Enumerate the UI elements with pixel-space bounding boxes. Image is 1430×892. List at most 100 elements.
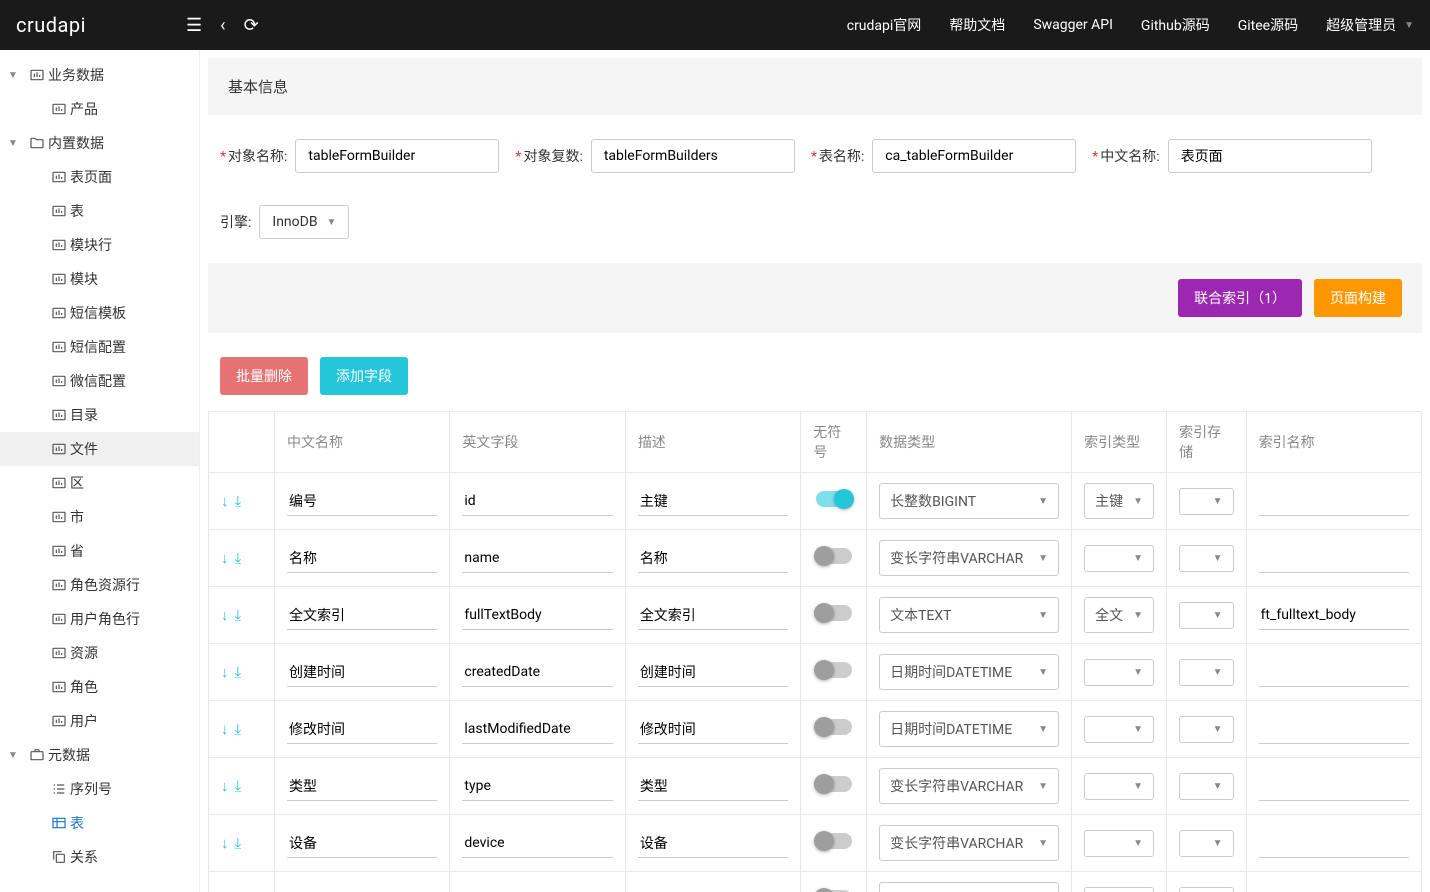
sidebar-item[interactable]: 表页面 bbox=[0, 160, 199, 194]
en-field-input[interactable] bbox=[462, 829, 612, 858]
unsigned-toggle[interactable] bbox=[816, 719, 852, 735]
sidebar-item[interactable]: 模块 bbox=[0, 262, 199, 296]
itype-select[interactable]: 全文▼ bbox=[1084, 597, 1154, 633]
engine-select[interactable]: InnoDB ▼ bbox=[259, 205, 349, 239]
sidebar-item[interactable]: 产品 bbox=[0, 92, 199, 126]
iname-input[interactable] bbox=[1259, 487, 1409, 516]
move-bottom-icon[interactable]: ⤓ bbox=[235, 492, 242, 510]
unsigned-toggle[interactable] bbox=[816, 662, 852, 678]
move-down-icon[interactable]: ↓ bbox=[221, 549, 229, 567]
nav-link[interactable]: Github源码 bbox=[1141, 15, 1210, 35]
cn-name-input[interactable] bbox=[287, 601, 437, 630]
desc-input[interactable] bbox=[638, 487, 788, 516]
en-field-input[interactable] bbox=[462, 658, 612, 687]
sidebar-item[interactable]: 文件 bbox=[0, 432, 199, 466]
unsigned-toggle[interactable] bbox=[816, 491, 852, 507]
itype-select[interactable]: ▼ bbox=[1084, 887, 1154, 892]
page-build-button[interactable]: 页面构建 bbox=[1314, 279, 1402, 317]
desc-input[interactable] bbox=[638, 886, 788, 892]
desc-input[interactable] bbox=[638, 772, 788, 801]
sidebar-item[interactable]: 角色 bbox=[0, 670, 199, 704]
cn-name-input[interactable] bbox=[287, 658, 437, 687]
nav-link[interactable]: Swagger API bbox=[1033, 17, 1113, 33]
sidebar-item[interactable]: 序列号 bbox=[0, 772, 199, 806]
itype-select[interactable]: ▼ bbox=[1084, 659, 1154, 686]
sidebar-item[interactable]: 目录 bbox=[0, 398, 199, 432]
unsigned-toggle[interactable] bbox=[816, 776, 852, 792]
en-field-input[interactable] bbox=[462, 772, 612, 801]
itype-select[interactable]: ▼ bbox=[1084, 773, 1154, 800]
dtype-select[interactable]: 长文本LONGTEXT▼ bbox=[879, 882, 1059, 892]
istore-select[interactable]: ▼ bbox=[1179, 488, 1233, 515]
desc-input[interactable] bbox=[638, 658, 788, 687]
sidebar-item[interactable]: 表 bbox=[0, 806, 199, 840]
sidebar-item[interactable]: 关系 bbox=[0, 840, 199, 874]
unsigned-toggle[interactable] bbox=[816, 833, 852, 849]
dtype-select[interactable]: 日期时间DATETIME▼ bbox=[879, 654, 1059, 690]
istore-select[interactable]: ▼ bbox=[1179, 716, 1233, 743]
sidebar-group[interactable]: ▼元数据 bbox=[0, 738, 199, 772]
dtype-select[interactable]: 变长字符串VARCHAR▼ bbox=[879, 825, 1059, 861]
move-down-icon[interactable]: ↓ bbox=[221, 720, 229, 738]
sidebar-item[interactable]: 模块行 bbox=[0, 228, 199, 262]
unsigned-toggle[interactable] bbox=[816, 548, 852, 564]
dtype-select[interactable]: 文本TEXT▼ bbox=[879, 597, 1059, 633]
iname-input[interactable] bbox=[1259, 601, 1409, 630]
sidebar-group[interactable]: ▼内置数据 bbox=[0, 126, 199, 160]
union-index-button[interactable]: 联合索引（1） bbox=[1178, 279, 1302, 317]
iname-input[interactable] bbox=[1259, 658, 1409, 687]
istore-select[interactable]: ▼ bbox=[1179, 602, 1233, 629]
cn-name-input[interactable] bbox=[1168, 139, 1372, 173]
admin-dropdown[interactable]: 超级管理员 ▼ bbox=[1326, 15, 1414, 35]
sidebar-item[interactable]: 微信配置 bbox=[0, 364, 199, 398]
itype-select[interactable]: ▼ bbox=[1084, 716, 1154, 743]
cn-name-input[interactable] bbox=[287, 772, 437, 801]
object-name-input[interactable] bbox=[295, 139, 499, 173]
iname-input[interactable] bbox=[1259, 829, 1409, 858]
sidebar-item[interactable]: 资源 bbox=[0, 636, 199, 670]
move-bottom-icon[interactable]: ⤓ bbox=[235, 720, 242, 738]
desc-input[interactable] bbox=[638, 829, 788, 858]
move-down-icon[interactable]: ↓ bbox=[221, 834, 229, 852]
en-field-input[interactable] bbox=[462, 544, 612, 573]
sidebar-item[interactable]: 用户 bbox=[0, 704, 199, 738]
nav-link[interactable]: Gitee源码 bbox=[1238, 15, 1298, 35]
cn-name-input[interactable] bbox=[287, 487, 437, 516]
nav-link[interactable]: crudapi官网 bbox=[847, 15, 922, 35]
unsigned-toggle[interactable] bbox=[816, 605, 852, 621]
istore-select[interactable]: ▼ bbox=[1179, 545, 1233, 572]
sidebar-item[interactable]: 短信配置 bbox=[0, 330, 199, 364]
move-bottom-icon[interactable]: ⤓ bbox=[235, 549, 242, 567]
iname-input[interactable] bbox=[1259, 772, 1409, 801]
dtype-select[interactable]: 变长字符串VARCHAR▼ bbox=[879, 768, 1059, 804]
sidebar-item[interactable]: 市 bbox=[0, 500, 199, 534]
sidebar-item[interactable]: 角色资源行 bbox=[0, 568, 199, 602]
move-down-icon[interactable]: ↓ bbox=[221, 606, 229, 624]
dtype-select[interactable]: 变长字符串VARCHAR▼ bbox=[879, 540, 1059, 576]
desc-input[interactable] bbox=[638, 715, 788, 744]
nav-link[interactable]: 帮助文档 bbox=[949, 15, 1005, 35]
iname-input[interactable] bbox=[1259, 715, 1409, 744]
dtype-select[interactable]: 长整数BIGINT▼ bbox=[879, 483, 1059, 519]
cn-name-input[interactable] bbox=[287, 715, 437, 744]
cn-name-input[interactable] bbox=[287, 829, 437, 858]
sidebar-item[interactable]: 区 bbox=[0, 466, 199, 500]
sidebar-item[interactable]: 省 bbox=[0, 534, 199, 568]
itype-select[interactable]: ▼ bbox=[1084, 545, 1154, 572]
sidebar-item[interactable]: 表 bbox=[0, 194, 199, 228]
add-field-button[interactable]: 添加字段 bbox=[320, 357, 408, 395]
menu-icon[interactable]: ☰ bbox=[186, 15, 202, 36]
iname-input[interactable] bbox=[1259, 544, 1409, 573]
move-bottom-icon[interactable]: ⤓ bbox=[235, 834, 242, 852]
en-field-input[interactable] bbox=[462, 487, 612, 516]
istore-select[interactable]: ▼ bbox=[1179, 830, 1233, 857]
iname-input[interactable] bbox=[1259, 886, 1409, 892]
move-down-icon[interactable]: ↓ bbox=[221, 663, 229, 681]
istore-select[interactable]: ▼ bbox=[1179, 887, 1233, 892]
move-bottom-icon[interactable]: ⤓ bbox=[235, 777, 242, 795]
move-down-icon[interactable]: ↓ bbox=[221, 492, 229, 510]
move-bottom-icon[interactable]: ⤓ bbox=[235, 663, 242, 681]
sidebar-item[interactable]: 短信模板 bbox=[0, 296, 199, 330]
cn-name-input[interactable] bbox=[287, 544, 437, 573]
istore-select[interactable]: ▼ bbox=[1179, 659, 1233, 686]
